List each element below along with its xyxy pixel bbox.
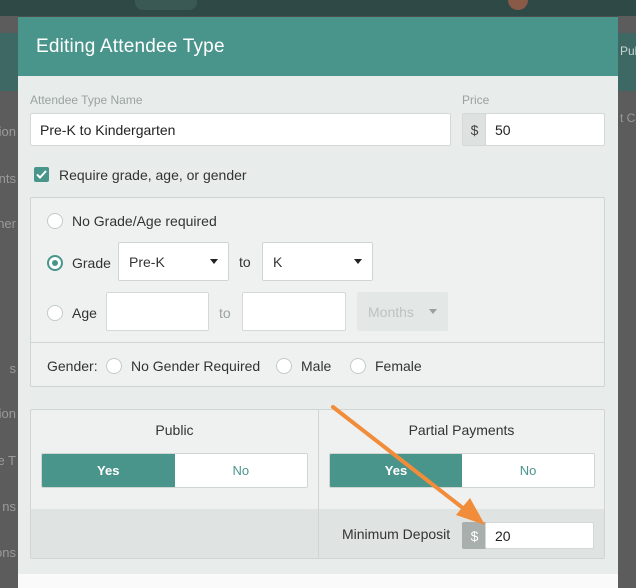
partial-yes-button[interactable]: Yes xyxy=(330,454,462,487)
gender-radio-male[interactable] xyxy=(276,358,292,374)
grade-from-value: Pre-K xyxy=(129,253,165,270)
partial-payments-toggle: Yes No xyxy=(329,453,595,488)
age-label: Age xyxy=(72,305,97,321)
age-to-input[interactable] xyxy=(242,292,346,331)
chevron-down-icon xyxy=(429,309,437,314)
age-unit-value: Months xyxy=(368,303,414,320)
gender-label: Gender: xyxy=(47,358,98,374)
background-sidebar: ation nts ner s ation ee T ns ons xyxy=(0,16,18,588)
gender-option-female: Female xyxy=(375,358,422,374)
no-grade-label: No Grade/Age required xyxy=(72,213,217,229)
background-text: nts xyxy=(0,171,16,186)
modal-header: Editing Attendee Type xyxy=(18,17,618,76)
require-label: Require grade, age, or gender xyxy=(59,167,247,183)
grade-to-value: K xyxy=(273,253,283,270)
modal-footer xyxy=(18,574,618,588)
age-radio[interactable] xyxy=(47,305,63,321)
gender-option-male: Male xyxy=(301,358,332,374)
public-title: Public xyxy=(155,422,194,438)
modal-title: Editing Attendee Type xyxy=(36,35,225,57)
age-to-label: to xyxy=(219,305,231,321)
background-app-header xyxy=(0,0,636,16)
chevron-down-icon xyxy=(354,259,362,264)
require-checkbox[interactable] xyxy=(34,167,49,182)
public-toggle: Yes No xyxy=(41,453,308,488)
grade-from-select[interactable]: Pre-K xyxy=(118,242,229,281)
background-text: ner xyxy=(0,216,16,231)
public-yes-button[interactable]: Yes xyxy=(42,454,175,487)
background-text: Pub xyxy=(620,44,636,58)
background-text: s xyxy=(9,361,17,376)
background-text: ons xyxy=(0,545,16,560)
background-text: ation xyxy=(0,406,16,421)
grade-label: Grade xyxy=(72,255,111,271)
price-label: Price xyxy=(462,93,490,107)
gender-radio-none[interactable] xyxy=(106,358,122,374)
background-right-panel: Pub t Ca xyxy=(618,16,636,588)
attendee-type-name-input[interactable]: Pre-K to Kindergarten xyxy=(30,113,451,146)
grade-radio[interactable] xyxy=(47,255,63,271)
background-text: t Ca xyxy=(620,111,636,125)
background-text: ee T xyxy=(0,453,16,468)
minimum-deposit-label: Minimum Deposit xyxy=(342,526,451,542)
price-currency-addon: $ xyxy=(462,113,486,146)
no-grade-radio[interactable] xyxy=(47,213,63,229)
edit-attendee-type-modal: Editing Attendee Type Attendee Type Name… xyxy=(18,17,618,588)
grade-to-label: to xyxy=(239,254,251,270)
background-nav-pill xyxy=(135,0,197,10)
minimum-deposit-input[interactable]: 20 xyxy=(485,522,594,549)
panel-divider xyxy=(31,342,604,343)
grade-to-select[interactable]: K xyxy=(262,242,373,281)
background-text: ation xyxy=(0,124,16,139)
name-label: Attendee Type Name xyxy=(30,93,143,107)
gender-radio-female[interactable] xyxy=(350,358,366,374)
age-unit-select: Months xyxy=(357,292,448,331)
price-input[interactable]: 50 xyxy=(485,113,605,146)
partial-payments-title: Partial Payments xyxy=(408,422,515,438)
age-from-input[interactable] xyxy=(106,292,209,331)
deposit-currency-addon: $ xyxy=(462,522,486,549)
background-text: ns xyxy=(2,499,16,514)
public-no-button[interactable]: No xyxy=(175,454,308,487)
partial-no-button[interactable]: No xyxy=(462,454,594,487)
gender-option-none: No Gender Required xyxy=(131,358,261,374)
check-icon xyxy=(36,170,47,179)
chevron-down-icon xyxy=(210,259,218,264)
